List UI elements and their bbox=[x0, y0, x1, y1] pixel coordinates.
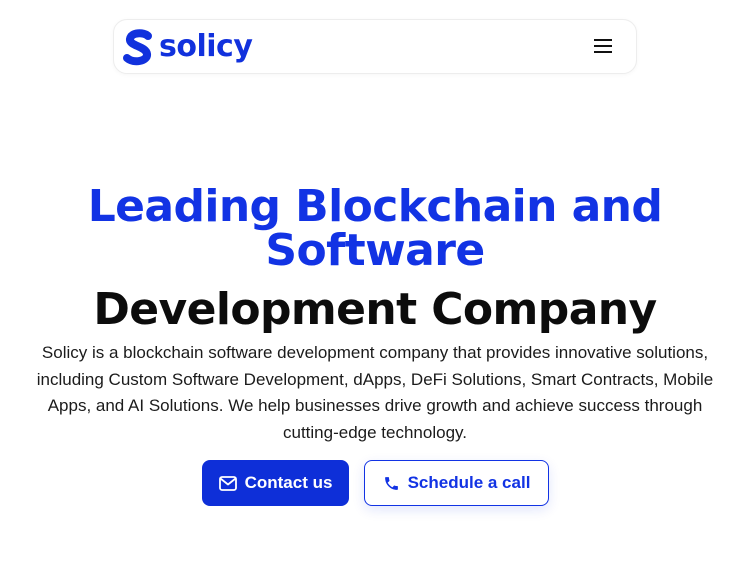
hero-title-primary: Leading Blockchain and Software bbox=[87, 181, 663, 276]
brand-name: solicy bbox=[159, 29, 253, 64]
contact-us-button[interactable]: Contact us bbox=[202, 460, 349, 506]
hero-title-secondary: Development Company bbox=[93, 284, 657, 335]
contact-us-label: Contact us bbox=[244, 473, 333, 492]
schedule-call-label: Schedule a call bbox=[407, 473, 531, 492]
solicy-logo-icon bbox=[123, 29, 152, 66]
schedule-call-button[interactable]: Schedule a call bbox=[364, 460, 549, 506]
logo-link[interactable]: solicy bbox=[122, 27, 253, 67]
mail-icon bbox=[218, 475, 237, 491]
menu-button[interactable] bbox=[592, 35, 614, 57]
hero-description: Solicy is a blockchain software developm… bbox=[36, 343, 714, 442]
hamburger-menu-icon bbox=[594, 39, 612, 53]
phone-icon bbox=[383, 475, 400, 492]
navbar: solicy bbox=[113, 19, 637, 74]
